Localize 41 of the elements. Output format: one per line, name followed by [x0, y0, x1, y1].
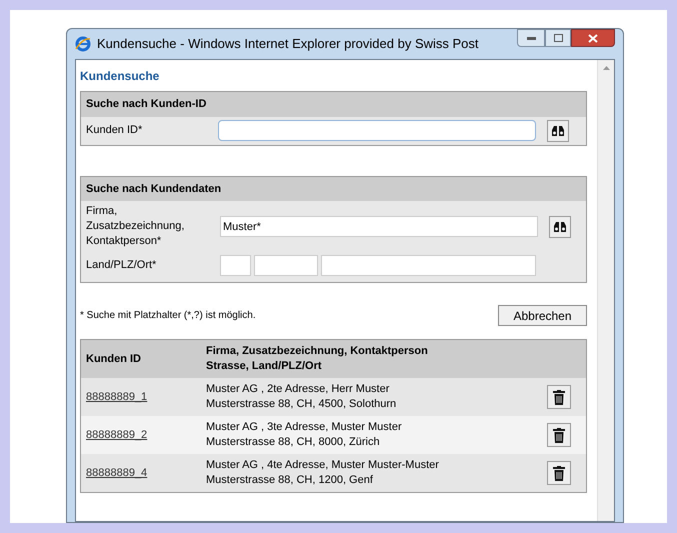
close-button[interactable]: [571, 29, 615, 47]
name-field[interactable]: Muster*: [220, 216, 538, 237]
city-field[interactable]: [321, 255, 536, 276]
window-title: Kundensuche - Windows Internet Explorer provided by Swiss Post: [97, 35, 479, 54]
scroll-up-icon: [602, 66, 610, 70]
delete-button[interactable]: [547, 385, 571, 409]
table-cell-text: Musterstrasse 88, CH, 8000, Zürich: [206, 435, 381, 450]
country-field[interactable]: [220, 255, 251, 276]
table-cell-text: Muster AG , 2te Adresse, Herr Muster: [206, 382, 390, 397]
hint-text: * Suche mit Platzhalter (*,?) ist möglich.: [80, 309, 256, 323]
table-cell: Muster AG , 3te Adresse, Muster Muster: [206, 420, 402, 435]
close-icon: [588, 34, 598, 42]
trash-icon: [553, 390, 565, 404]
minimize-button[interactable]: [517, 29, 545, 47]
delete-button[interactable]: [547, 461, 571, 485]
delete-button[interactable]: [547, 423, 571, 447]
table-cell-text: Musterstrasse 88, CH, 1200, Genf: [206, 473, 374, 488]
trash-icon: [553, 466, 565, 480]
table-cell: Musterstrasse 88, CH, 4500, Solothurn: [206, 397, 396, 412]
column-header: Firma, Zusatzbezeichnung, Kontaktperson Strasse, Land/PLZ/Ort: [206, 344, 428, 374]
page-title: Kundensuche: [80, 68, 160, 85]
cancel-button[interactable]: Abbrechen: [498, 305, 587, 326]
customer-id-link[interactable]: 88888889_1: [86, 388, 206, 406]
customer-id-field[interactable]: [218, 120, 536, 141]
zip-field[interactable]: [254, 255, 318, 276]
search-button[interactable]: [549, 216, 571, 238]
search-button[interactable]: [547, 120, 569, 142]
maximize-button[interactable]: [545, 29, 571, 47]
table-cell: Muster AG , 4te Adresse, Muster Muster-Muster: [206, 458, 439, 473]
field-label: Kunden ID*: [86, 123, 144, 138]
binoculars-icon: [553, 220, 567, 232]
trash-icon: [553, 428, 565, 442]
section-heading: Suche nach Kunden-ID: [81, 92, 586, 116]
browser-logo-icon: [75, 36, 91, 52]
customer-id-link[interactable]: 88888889_4: [86, 464, 206, 482]
column-header: Kunden ID: [86, 352, 142, 367]
section-heading: Suche nach Kundendaten: [81, 176, 586, 201]
field-label: Firma, Zusatzbezeichnung, Kontaktperson*: [86, 204, 186, 249]
binoculars-icon: [551, 124, 565, 136]
customer-id-link[interactable]: 88888889_2: [86, 426, 206, 444]
field-label: Land/PLZ/Ort*: [86, 258, 158, 274]
